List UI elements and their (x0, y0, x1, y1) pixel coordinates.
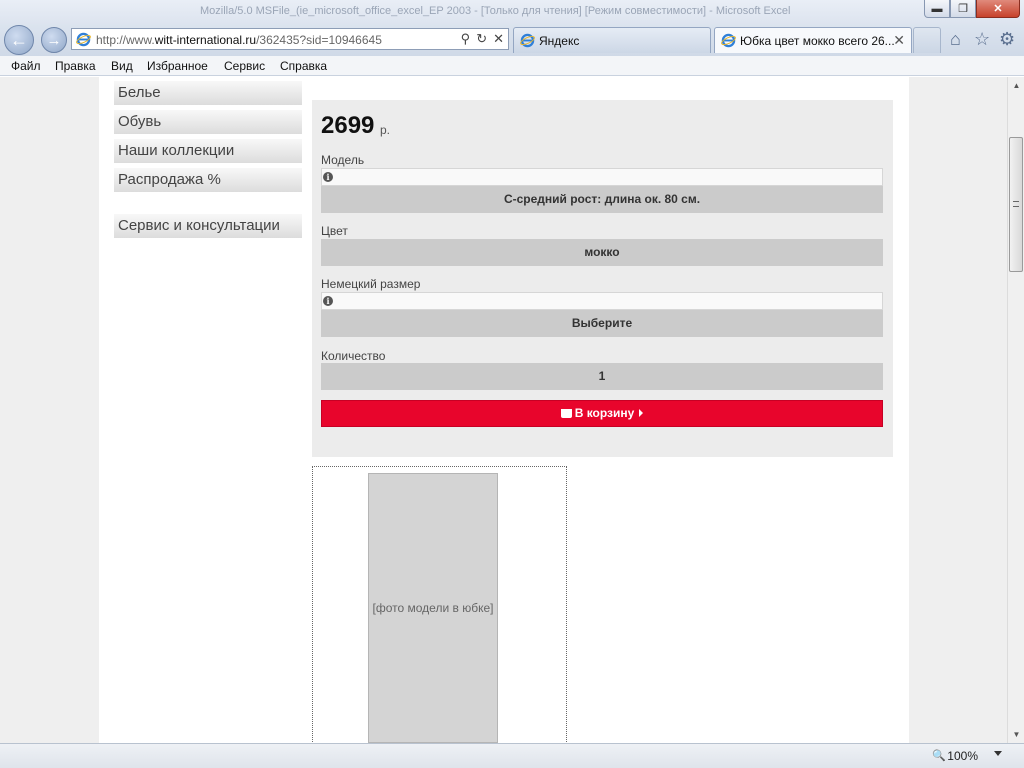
scroll-down-arrow[interactable]: ▼ (1008, 726, 1024, 743)
restore-button[interactable]: ❐ (950, 0, 976, 18)
close-window-button[interactable]: ✕ (976, 0, 1020, 18)
status-bar: 🔍 100% (0, 743, 1024, 768)
category-sidebar: Белье Обувь Наши коллекции Распродажа % … (114, 77, 302, 243)
color-label: Цвет (321, 224, 348, 238)
add-to-cart-label: В корзину (574, 406, 635, 420)
size-select[interactable]: Выберите (321, 310, 883, 337)
sidebar-item-sale[interactable]: Распродажа % (114, 168, 302, 192)
menu-tools[interactable]: Сервис (224, 59, 265, 73)
favorites-star-icon[interactable]: ☆ (974, 29, 990, 50)
refresh-icon[interactable]: ↻ (476, 31, 487, 47)
cart-icon (560, 409, 572, 418)
menu-bar: Файл Правка Вид Избранное Сервис Справка (0, 56, 1024, 76)
info-icon[interactable]: i (323, 172, 333, 182)
size-label: Немецкий размер (321, 277, 421, 291)
window-titlebar: Mozilla/5.0 MSFile_(ie_microsoft_office_… (0, 0, 1024, 24)
minimize-button[interactable]: ▬ (924, 0, 950, 18)
zoom-level[interactable]: 100% (947, 749, 978, 763)
model-label: Модель (321, 153, 365, 167)
zoom-icon: 🔍 (932, 750, 946, 762)
menu-view[interactable]: Вид (111, 59, 133, 73)
product-order-panel: 2699 р. Модель i С-средний рост: длина о… (312, 100, 893, 457)
page-content: Белье Обувь Наши коллекции Распродажа % … (99, 77, 909, 743)
search-icon[interactable]: ⚲ (461, 31, 471, 47)
product-price: 2699 (321, 112, 375, 139)
menu-help[interactable]: Справка (280, 59, 327, 73)
tab-label: Яндекс (539, 34, 580, 48)
info-icon[interactable]: i (323, 296, 333, 306)
size-info-row: i (321, 292, 883, 310)
window-controls: ▬ ❐ ✕ (924, 0, 1020, 18)
model-info-row: i (321, 168, 883, 186)
menu-favorites[interactable]: Избранное (147, 59, 208, 73)
quantity-label: Количество (321, 349, 386, 363)
address-field[interactable]: http://www.witt-international.ru/362435?… (71, 28, 509, 50)
zoom-dropdown-icon[interactable] (994, 751, 1002, 756)
arrow-right-icon (639, 409, 644, 417)
tools-gear-icon[interactable]: ⚙ (999, 29, 1015, 50)
ie-page-icon (76, 32, 91, 47)
product-photo: [фото модели в юбке] (368, 473, 498, 743)
tab-yandex[interactable]: Яндекс (513, 27, 711, 53)
sidebar-item-collections[interactable]: Наши коллекции (114, 139, 302, 163)
color-select[interactable]: мокко (321, 239, 883, 266)
product-photo-frame[interactable]: [фото модели в юбке] (312, 466, 567, 743)
sidebar-item-lingerie[interactable]: Белье (114, 81, 302, 105)
close-tab-icon[interactable]: ✕ (893, 32, 905, 49)
add-to-cart-button[interactable]: В корзину (321, 400, 883, 427)
navigation-bar: ← → http://www.witt-international.ru/362… (0, 24, 1024, 56)
page-viewport: Белье Обувь Наши коллекции Распродажа % … (0, 77, 1007, 743)
address-tools: ⚲ ↻ ✕ (461, 31, 504, 47)
model-select[interactable]: С-средний рост: длина ок. 80 см. (321, 186, 883, 213)
menu-edit[interactable]: Правка (55, 59, 96, 73)
tab-label: Юбка цвет мокко всего 26... (740, 34, 895, 48)
ie-tab-icon (721, 33, 736, 48)
scroll-thumb[interactable] (1009, 137, 1023, 272)
vertical-scrollbar[interactable]: ▲ ▼ (1007, 77, 1024, 743)
ie-tab-icon (520, 33, 535, 48)
tab-skirt-product[interactable]: Юбка цвет мокко всего 26... ✕ (714, 27, 912, 53)
home-icon[interactable]: ⌂ (950, 29, 961, 50)
price-currency: р. (380, 123, 391, 137)
scroll-up-arrow[interactable]: ▲ (1008, 77, 1024, 94)
back-button[interactable]: ← (4, 25, 34, 55)
quantity-field[interactable]: 1 (321, 363, 883, 390)
forward-button[interactable]: → (41, 27, 67, 53)
new-tab-button[interactable] (913, 27, 941, 53)
sidebar-item-service[interactable]: Сервис и консультации (114, 214, 302, 238)
menu-file[interactable]: Файл (11, 59, 41, 73)
sidebar-item-shoes[interactable]: Обувь (114, 110, 302, 134)
stop-icon[interactable]: ✕ (493, 31, 504, 47)
window-title: Mozilla/5.0 MSFile_(ie_microsoft_office_… (200, 5, 791, 17)
url-text: http://www.witt-international.ru/362435?… (96, 33, 382, 47)
scroll-grip (1013, 201, 1019, 207)
